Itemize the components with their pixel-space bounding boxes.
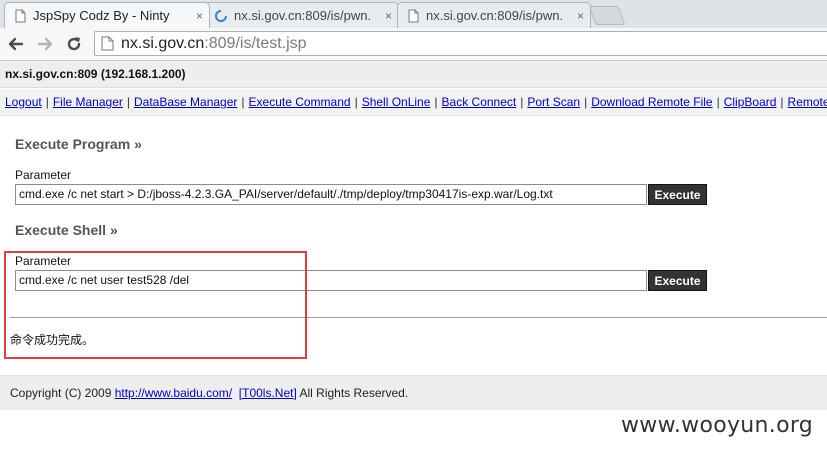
- document-icon: [15, 9, 26, 22]
- address-bar[interactable]: nx.si.gov.cn:809/is/test.jsp: [94, 31, 827, 56]
- url-path: :809/is/test.jsp: [204, 34, 307, 52]
- close-icon[interactable]: ×: [385, 9, 392, 23]
- reload-icon: [67, 37, 81, 51]
- menu-file-manager[interactable]: File Manager: [53, 95, 123, 109]
- url-text[interactable]: nx.si.gov.cn:809/is/test.jsp: [121, 35, 307, 53]
- footer-copyright: Copyright (C) 2009: [10, 386, 115, 400]
- menu-back-connect[interactable]: Back Connect: [442, 95, 517, 109]
- browser-toolbar: nx.si.gov.cn:809/is/test.jsp: [0, 28, 827, 61]
- highlight-box: [4, 251, 307, 359]
- footer-tools-link[interactable]: [T00ls.Net]: [239, 386, 297, 400]
- tab-title: JspSpy Codz By - Ninty: [33, 8, 170, 23]
- menu-clipboard[interactable]: ClipBoard: [724, 95, 777, 109]
- nav-menu: Logout | File Manager | DataBase Manager | …: [0, 89, 827, 116]
- tab-pwn-loading[interactable]: nx.si.gov.cn:809/is/pwn. ×: [205, 2, 399, 28]
- url-host: nx.si.gov.cn: [121, 34, 205, 52]
- close-icon[interactable]: ×: [196, 9, 203, 23]
- menu-download-remote-file[interactable]: Download Remote File: [591, 95, 712, 109]
- parameter-label: Parameter: [15, 168, 72, 182]
- page-icon: [101, 36, 114, 51]
- close-icon[interactable]: ×: [577, 9, 584, 23]
- execute-shell-button[interactable]: Execute: [648, 270, 707, 291]
- page-content: nx.si.gov.cn:809 (192.168.1.200) Logout |…: [0, 61, 827, 456]
- back-arrow-icon: [8, 37, 24, 51]
- execute-program-title: Execute Program »: [15, 136, 142, 152]
- tab-title: nx.si.gov.cn:809/is/pwn.: [426, 8, 564, 23]
- footer-rights: All Rights Reserved.: [296, 386, 409, 400]
- execute-program-button[interactable]: Execute: [648, 184, 707, 205]
- reload-button[interactable]: [64, 34, 84, 54]
- footer-baidu-link[interactable]: http://www.baidu.com/: [115, 386, 232, 400]
- menu-port-scan[interactable]: Port Scan: [527, 95, 580, 109]
- tab-pwn[interactable]: nx.si.gov.cn:809/is/pwn. ×: [397, 2, 591, 28]
- tab-jspspy[interactable]: JspSpy Codz By - Ninty ×: [4, 2, 210, 28]
- menu-shell-online[interactable]: Shell OnLine: [362, 95, 431, 109]
- watermark: www.wooyun.org: [621, 413, 814, 438]
- forward-arrow-icon: [37, 37, 53, 51]
- loading-spinner-icon: [215, 9, 227, 22]
- execute-shell-title: Execute Shell »: [15, 222, 118, 238]
- tab-strip: JspSpy Codz By - Ninty × nx.si.gov.cn:80…: [0, 0, 827, 29]
- document-icon: [408, 9, 419, 22]
- host-info: nx.si.gov.cn:809 (192.168.1.200): [0, 61, 827, 88]
- menu-logout[interactable]: Logout: [5, 95, 42, 109]
- new-tab-button[interactable]: [588, 6, 626, 25]
- menu-execute-command[interactable]: Execute Command: [249, 95, 351, 109]
- forward-button[interactable]: [35, 34, 55, 54]
- back-button[interactable]: [6, 34, 26, 54]
- program-parameter-input[interactable]: cmd.exe /c net start > D:/jboss-4.2.3.GA…: [15, 184, 647, 205]
- tab-title: nx.si.gov.cn:809/is/pwn.: [234, 8, 372, 23]
- menu-remote[interactable]: Remote: [788, 95, 827, 109]
- menu-database-manager[interactable]: DataBase Manager: [134, 95, 237, 109]
- footer: Copyright (C) 2009 http://www.baidu.com/…: [0, 375, 827, 410]
